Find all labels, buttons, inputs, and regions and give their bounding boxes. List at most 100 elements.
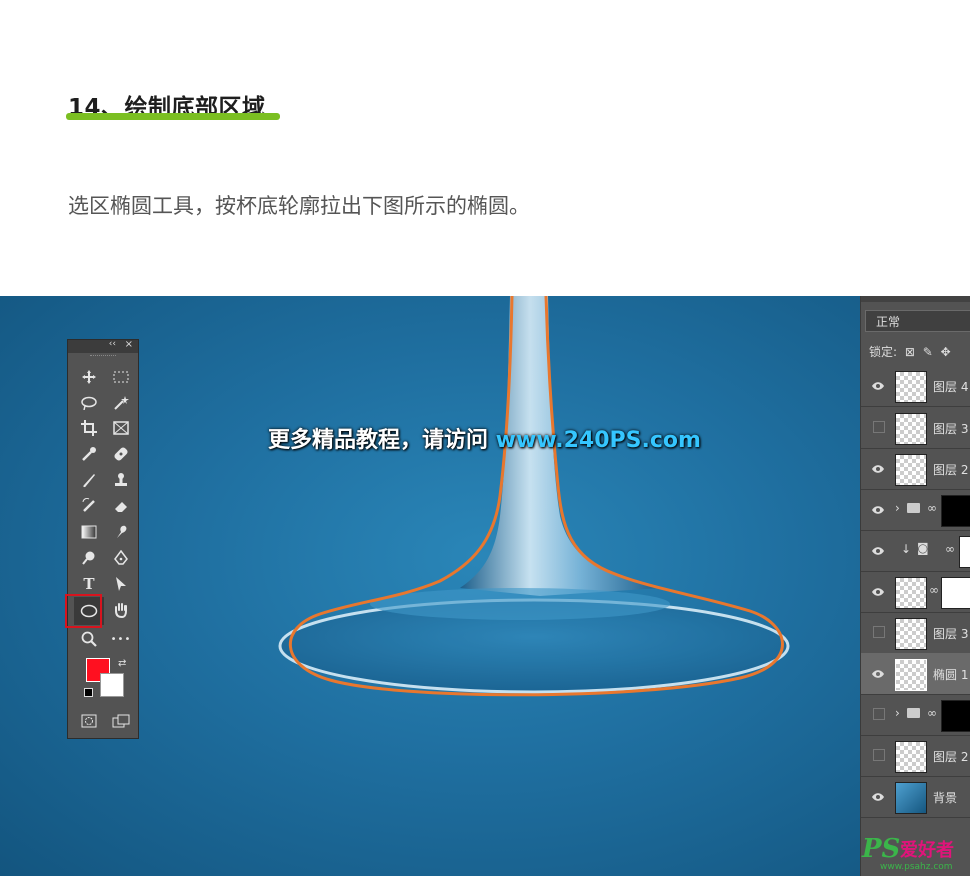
site-logo-name: 爱好者 bbox=[900, 840, 954, 861]
expand-arrow-icon[interactable]: › bbox=[895, 501, 900, 515]
layer-thumbnail bbox=[895, 741, 927, 773]
layer-mask-thumbnail[interactable] bbox=[941, 577, 970, 609]
layer-name: 图层 4 bbox=[933, 380, 969, 394]
layers-panel: 正常 锁定: ⊠ ✎ ✥ 图层 4 图层 3 图层 2 › ∞ ↓ ◙ ∞ ∞ … bbox=[860, 296, 970, 876]
layer-name: 图层 3 bbox=[933, 422, 969, 436]
photoshop-screenshot: 更多精品教程，请访问 www.240PS.com ‹‹ × T ••• ⇄ 正常… bbox=[0, 296, 970, 876]
clip-arrow-icon: ↓ bbox=[901, 542, 912, 556]
path-selection-icon[interactable] bbox=[108, 573, 134, 595]
drag-grip[interactable] bbox=[90, 355, 116, 362]
adjustment-layer-row[interactable]: ↓ ◙ ∞ bbox=[861, 530, 970, 572]
more-tools-icon[interactable]: ••• bbox=[108, 628, 134, 650]
eraser-icon[interactable] bbox=[108, 495, 134, 517]
eyedropper-icon[interactable] bbox=[76, 443, 102, 465]
layer-row[interactable]: 图层 2 bbox=[861, 735, 970, 777]
layer-name: 图层 2 bbox=[933, 463, 969, 477]
link-icon: ∞ bbox=[945, 542, 955, 556]
type-tool-icon[interactable]: T bbox=[76, 573, 102, 595]
dodge-tool-icon[interactable] bbox=[76, 547, 102, 569]
title-underline bbox=[66, 113, 280, 120]
frame-tool-icon[interactable] bbox=[108, 417, 134, 439]
pen-tool-icon[interactable] bbox=[108, 547, 134, 569]
link-icon: ∞ bbox=[929, 583, 939, 597]
gradient-tool-icon[interactable] bbox=[76, 521, 102, 543]
hand-tool-icon[interactable] bbox=[108, 599, 134, 621]
background-thumbnail bbox=[895, 782, 927, 814]
eye-icon[interactable] bbox=[871, 666, 885, 680]
eye-icon[interactable] bbox=[871, 461, 885, 475]
tools-panel-header[interactable]: ‹‹ × bbox=[68, 339, 138, 353]
link-icon: ∞ bbox=[927, 501, 937, 515]
healing-brush-icon[interactable] bbox=[108, 443, 134, 465]
layer-row[interactable]: 图层 3 bbox=[861, 612, 970, 654]
background-layer-row[interactable]: 背景 bbox=[861, 776, 970, 818]
layer-mask-thumbnail[interactable] bbox=[959, 536, 970, 568]
layer-thumbnail bbox=[895, 454, 927, 486]
link-icon: ∞ bbox=[927, 706, 937, 720]
layer-row-selected[interactable]: 椭圆 1 bbox=[861, 653, 970, 695]
collapse-icon[interactable]: ‹‹ bbox=[109, 339, 116, 349]
clone-stamp-icon[interactable] bbox=[108, 469, 134, 491]
move-tool-icon[interactable] bbox=[76, 366, 102, 388]
site-logo-url: www.psahz.com bbox=[880, 862, 953, 872]
lock-pixels-icon[interactable]: ✎ bbox=[923, 345, 933, 359]
article-description: 选区椭圆工具，按杯底轮廓拉出下图所示的椭圆。 bbox=[68, 194, 530, 218]
crop-tool-icon[interactable] bbox=[76, 417, 102, 439]
close-icon[interactable]: × bbox=[125, 339, 133, 350]
blend-mode-select[interactable]: 正常 bbox=[865, 310, 970, 332]
layer-thumbnail bbox=[895, 618, 927, 650]
layer-group-row[interactable]: › ∞ bbox=[861, 489, 970, 531]
eye-icon[interactable] bbox=[871, 378, 885, 392]
background-color-swatch[interactable] bbox=[100, 673, 124, 697]
layer-row[interactable]: 图层 2 bbox=[861, 448, 970, 490]
layer-mask-thumbnail[interactable] bbox=[941, 700, 970, 732]
layer-name: 图层 2 bbox=[933, 750, 969, 764]
folder-icon bbox=[907, 708, 920, 718]
layer-row[interactable]: 图层 3 bbox=[861, 407, 970, 449]
eye-icon[interactable] bbox=[871, 502, 885, 516]
layer-thumbnail bbox=[895, 577, 927, 609]
watermark-text: 更多精品教程，请访问 bbox=[268, 428, 496, 453]
lasso-tool-icon[interactable] bbox=[76, 392, 102, 414]
visibility-toggle[interactable] bbox=[873, 708, 885, 720]
quick-mask-icon[interactable] bbox=[76, 710, 102, 732]
folder-icon bbox=[907, 503, 920, 513]
zoom-tool-icon[interactable] bbox=[76, 628, 102, 650]
swap-colors-icon[interactable]: ⇄ bbox=[118, 658, 126, 669]
site-logo: PS bbox=[862, 834, 901, 864]
visibility-toggle[interactable] bbox=[873, 421, 885, 433]
smudge-tool-icon[interactable] bbox=[108, 521, 134, 543]
eye-icon[interactable] bbox=[871, 584, 885, 598]
brush-tool-icon[interactable] bbox=[76, 469, 102, 491]
eye-icon[interactable] bbox=[871, 789, 885, 803]
history-brush-icon[interactable] bbox=[76, 495, 102, 517]
default-colors-icon[interactable] bbox=[84, 688, 93, 697]
watermark-url: www.240PS.com bbox=[495, 428, 701, 453]
active-tool-highlight bbox=[65, 594, 102, 628]
glass-base-highlight bbox=[370, 588, 670, 620]
layer-row[interactable]: ∞ bbox=[861, 571, 970, 613]
layer-group-row[interactable]: › ∞ bbox=[861, 694, 970, 736]
shape-layer-thumbnail bbox=[895, 659, 927, 691]
expand-arrow-icon[interactable]: › bbox=[895, 706, 900, 720]
tools-panel: ‹‹ × T ••• ⇄ bbox=[65, 339, 139, 739]
layers-panel-top bbox=[861, 296, 970, 302]
marquee-tool-icon[interactable] bbox=[108, 366, 134, 388]
layer-thumbnail bbox=[895, 371, 927, 403]
layer-name: 背景 bbox=[933, 791, 958, 805]
layer-row[interactable]: 图层 4 bbox=[861, 365, 970, 407]
camera-icon: ◙ bbox=[917, 541, 929, 555]
eye-icon[interactable] bbox=[871, 543, 885, 557]
lock-position-icon[interactable]: ✥ bbox=[941, 345, 951, 359]
lock-label: 锁定: bbox=[869, 345, 898, 359]
screen-mode-icon[interactable] bbox=[108, 710, 134, 732]
visibility-toggle[interactable] bbox=[873, 749, 885, 761]
magic-wand-icon[interactable] bbox=[108, 392, 134, 414]
visibility-toggle[interactable] bbox=[873, 626, 885, 638]
layer-thumbnail bbox=[895, 413, 927, 445]
canvas-artwork bbox=[278, 296, 790, 697]
layer-name: 椭圆 1 bbox=[933, 668, 969, 682]
lock-transparent-icon[interactable]: ⊠ bbox=[905, 345, 915, 359]
layer-mask-thumbnail[interactable] bbox=[941, 495, 970, 527]
lock-row: 锁定: ⊠ ✎ ✥ bbox=[869, 343, 951, 360]
